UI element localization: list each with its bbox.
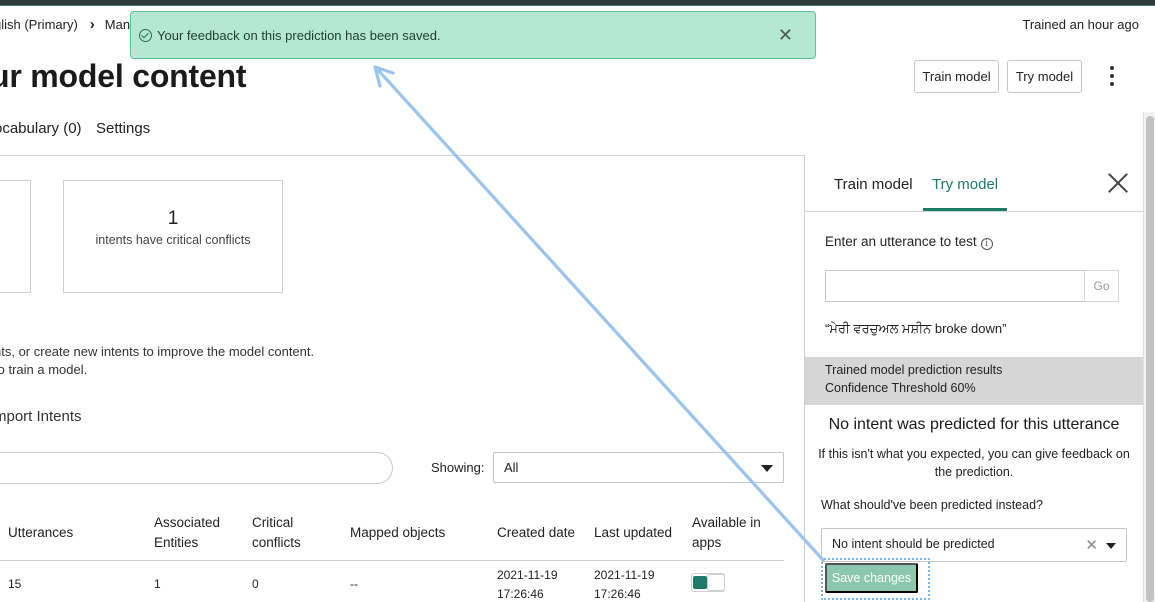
cell-mapped: -- <box>350 577 358 591</box>
toggle-knob <box>707 574 725 591</box>
cell-conflicts: 0 <box>252 577 259 591</box>
column-header-last-updated[interactable]: Last updated <box>594 523 672 543</box>
close-icon[interactable] <box>1107 172 1129 194</box>
content-description: nts, or create new intents to improve th… <box>0 343 314 379</box>
column-header-available-in-apps[interactable]: Available in apps <box>692 513 761 553</box>
cell-created-date: 2021-11-19 <box>497 568 558 582</box>
try-model-button[interactable]: Try model <box>1007 60 1082 93</box>
column-header-text: Associated <box>154 515 221 530</box>
column-header-utterances[interactable]: Utterances <box>8 523 73 543</box>
showing-label: Showing: <box>431 460 485 475</box>
scrollbar-thumb[interactable] <box>1146 116 1154 602</box>
predicted-intent-value: No intent should be predicted <box>832 537 995 551</box>
description-line-2: to train a model. <box>0 362 88 377</box>
cell-created: 2021-11-19 17:26:46 <box>497 566 558 602</box>
column-header-text: conflicts <box>252 535 301 550</box>
page-title: ur model content <box>0 58 247 94</box>
tested-utterance: “ਮੇਰੀ ਵਰਚੁਅਲ ਮਸ਼ੀਨ broke down” <box>825 321 1007 336</box>
showing-select[interactable]: All <box>493 452 784 483</box>
caret-down-icon[interactable] <box>1106 543 1116 549</box>
more-options-icon[interactable] <box>1104 64 1120 88</box>
tab-vocabulary[interactable]: ocabulary (0) <box>0 120 82 137</box>
check-circle-icon <box>139 29 152 42</box>
no-intent-heading: No intent was predicted for this utteran… <box>828 416 1120 433</box>
panel-tab-try-model[interactable]: Try model <box>932 176 998 193</box>
breadcrumb: glish (Primary) › Man <box>0 16 130 33</box>
save-changes-button[interactable]: Save changes <box>825 563 918 593</box>
import-intents-link[interactable]: mport Intents <box>0 408 82 425</box>
clear-selection-icon[interactable]: ✕ <box>1085 536 1098 554</box>
column-header-text: Available in <box>692 515 761 530</box>
table-header-rule <box>0 560 784 561</box>
summary-card-partial <box>0 180 31 293</box>
success-toast: Your feedback on this prediction has bee… <box>130 11 816 59</box>
column-header-created-date[interactable]: Created date <box>497 523 575 543</box>
feedback-text: If this isn't what you expected, you can… <box>818 447 1130 479</box>
conflicts-label: intents have critical conflicts <box>95 233 251 247</box>
description-line-1: nts, or create new intents to improve th… <box>0 344 315 359</box>
cell-entities: 1 <box>154 577 161 591</box>
search-input[interactable] <box>0 452 393 484</box>
breadcrumb-item-manage[interactable]: Man <box>105 17 130 32</box>
what-predicted-label: What should've been predicted instead? <box>821 498 1043 512</box>
top-window-bar <box>0 0 1155 6</box>
available-in-apps-toggle[interactable] <box>691 573 725 592</box>
cell-created-time: 17:26:46 <box>497 587 544 601</box>
summary-card-conflicts: 1 intents have critical conflicts <box>63 180 283 293</box>
trained-status: Trained an hour ago <box>1022 17 1139 32</box>
conflicts-count: 1 <box>167 208 179 229</box>
go-button[interactable]: Go <box>1084 270 1119 302</box>
breadcrumb-item-language[interactable]: glish (Primary) <box>0 17 78 32</box>
panel-scrollbar[interactable] <box>1143 112 1155 602</box>
cell-updated: 2021-11-19 17:26:46 <box>594 566 655 602</box>
train-model-button[interactable]: Train model <box>914 60 999 93</box>
utterance-label-text: Enter an utterance to test <box>825 234 977 249</box>
utterance-label: Enter an utterance to test i <box>825 234 993 250</box>
toast-message: Your feedback on this prediction has bee… <box>157 28 441 43</box>
column-header-text: Critical <box>252 515 294 530</box>
column-header-associated-entities[interactable]: Associated Entities <box>154 513 220 553</box>
close-icon[interactable]: ✕ <box>778 25 793 46</box>
prediction-results-band: Trained model prediction results Confide… <box>805 357 1143 405</box>
column-header-mapped-objects[interactable]: Mapped objects <box>350 523 445 543</box>
toggle-fill <box>693 576 707 589</box>
prediction-results-title: Trained model prediction results <box>825 363 1003 377</box>
info-icon[interactable]: i <box>980 238 993 250</box>
column-header-critical-conflicts[interactable]: Critical conflicts <box>252 513 301 553</box>
tabs-divider <box>0 155 805 156</box>
column-header-text: apps <box>692 535 722 550</box>
confidence-threshold: Confidence Threshold 60% <box>825 381 976 395</box>
tab-settings[interactable]: Settings <box>96 120 150 137</box>
panel-tab-train-model[interactable]: Train model <box>834 176 913 193</box>
cell-updated-time: 17:26:46 <box>594 587 641 601</box>
cell-utterances: 15 <box>8 577 22 591</box>
chevron-right-icon: › <box>89 16 95 33</box>
column-header-text: Entities <box>154 535 199 550</box>
utterance-input[interactable] <box>825 270 1085 302</box>
predicted-intent-select[interactable]: No intent should be predicted ✕ <box>821 528 1127 562</box>
cell-updated-date: 2021-11-19 <box>594 568 655 582</box>
showing-select-value: All <box>504 460 519 475</box>
panel-tabs-divider <box>805 211 1143 212</box>
caret-down-icon <box>761 465 773 472</box>
